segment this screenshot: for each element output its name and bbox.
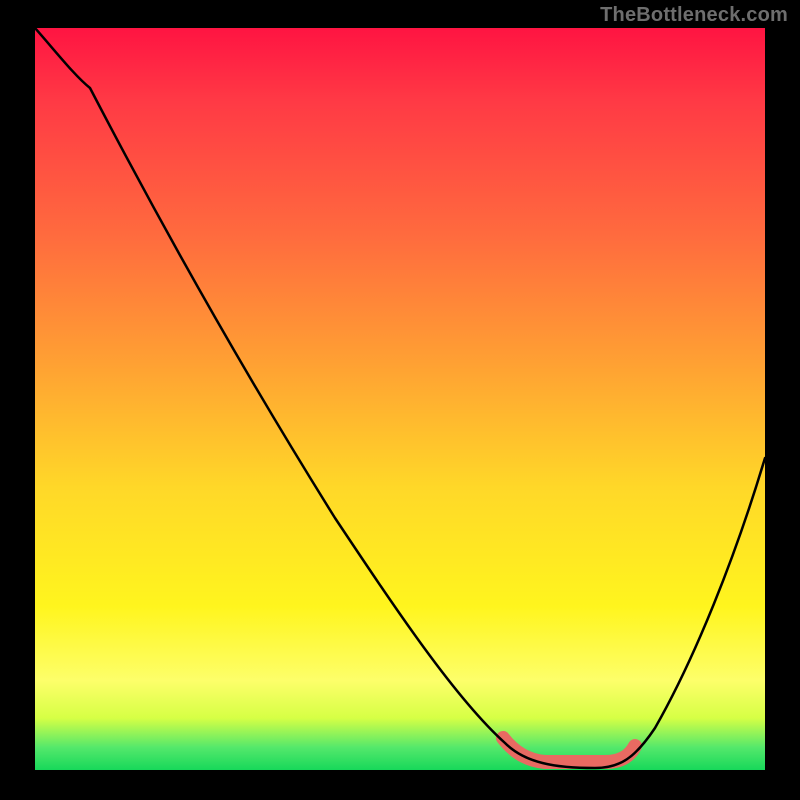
bottleneck-curve xyxy=(35,28,765,768)
plot-area xyxy=(35,28,765,770)
chart-frame: TheBottleneck.com xyxy=(0,0,800,800)
attribution-label: TheBottleneck.com xyxy=(600,4,788,27)
curve-layer xyxy=(35,28,765,770)
